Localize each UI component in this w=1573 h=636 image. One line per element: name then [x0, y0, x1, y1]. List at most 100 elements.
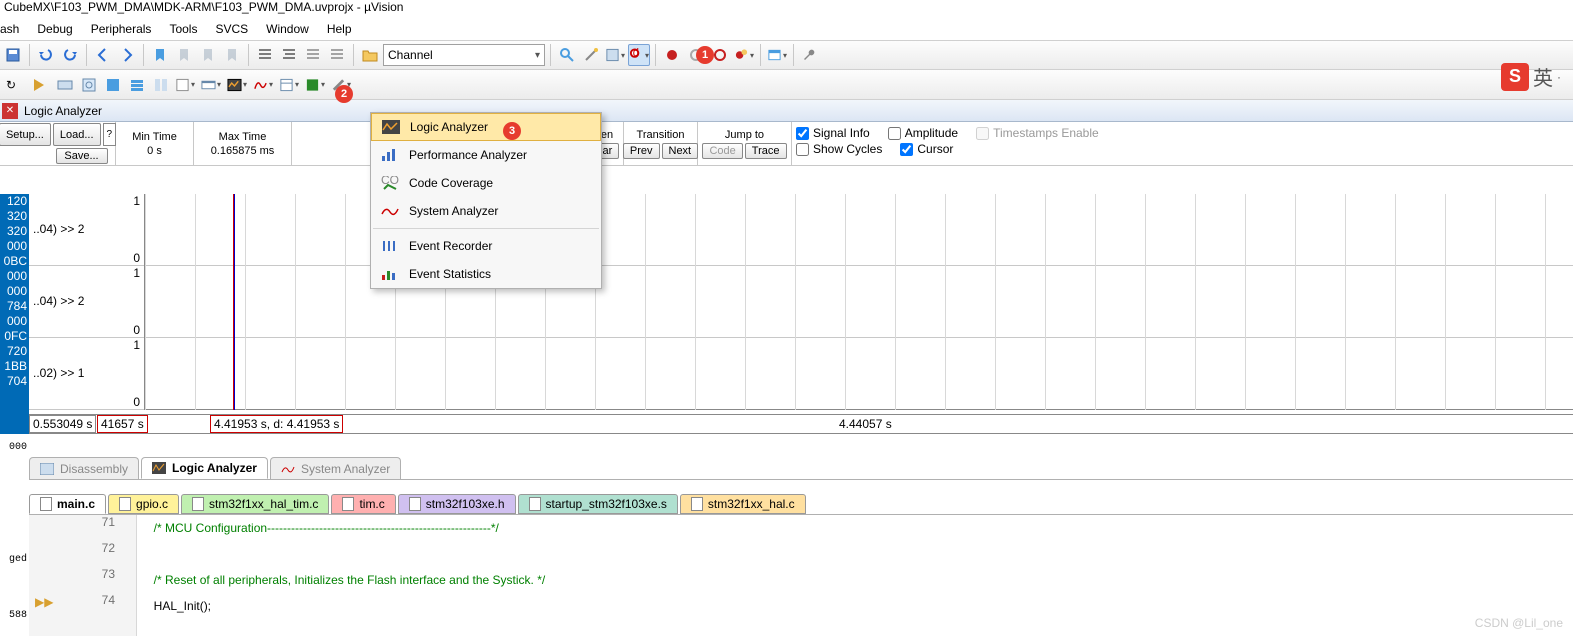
prev-icon[interactable] — [92, 44, 114, 66]
time-t1: 41657 s — [97, 415, 148, 433]
show-cycles-checkbox[interactable]: Show Cycles — [796, 142, 882, 156]
mem-icon[interactable] — [278, 74, 300, 96]
folder-icon[interactable] — [359, 44, 381, 66]
step-out-icon[interactable] — [102, 74, 124, 96]
tab-logic-analyzer[interactable]: Logic Analyzer — [141, 457, 268, 479]
transition-header: Transition — [637, 129, 685, 141]
save-button[interactable]: Save... — [56, 148, 108, 164]
reset-icon[interactable]: ↻ — [2, 74, 24, 96]
max-time-header: Max Time — [219, 131, 267, 143]
menu-logic-analyzer[interactable]: Logic Analyzer — [371, 113, 601, 141]
max-time-value: 0.165875 ms — [211, 145, 275, 157]
uncomment-icon[interactable] — [326, 44, 348, 66]
menu-tools[interactable]: Tools — [169, 22, 197, 36]
ime-indicator[interactable]: S 英 · — [1501, 62, 1561, 91]
time-mid: 4.44057 s — [839, 417, 892, 431]
menu-help[interactable]: Help — [327, 22, 352, 36]
close-icon[interactable]: ✕ — [2, 103, 18, 119]
analysis-dropdown-button[interactable]: d — [628, 44, 650, 66]
signal-cell[interactable]: 1..04) >> 20 — [29, 266, 144, 338]
menu-event-statistics[interactable]: Event Statistics — [371, 260, 601, 288]
badge-2: 2 — [335, 85, 353, 103]
jump-header: Jump to — [725, 129, 764, 141]
badge-3: 3 — [503, 122, 521, 140]
load-button[interactable]: Load... — [53, 123, 101, 146]
comment-icon[interactable] — [302, 44, 324, 66]
editor[interactable]: ▶▶ 71727374 /* MCU Configuration--------… — [29, 514, 1573, 636]
trace-icon[interactable] — [252, 74, 274, 96]
document-icon — [691, 497, 703, 511]
bookmark3-icon[interactable] — [197, 44, 219, 66]
menu-debug[interactable]: Debug — [37, 22, 72, 36]
watch-icon[interactable] — [200, 74, 222, 96]
amplitude-checkbox[interactable]: Amplitude — [888, 126, 958, 140]
wand-icon[interactable] — [580, 44, 602, 66]
tab-disassembly[interactable]: Disassembly — [29, 457, 139, 479]
menu-peripherals[interactable]: Peripherals — [91, 22, 152, 36]
prev-button[interactable]: Prev — [623, 143, 660, 159]
file-tab[interactable]: tim.c — [331, 494, 395, 514]
undo-icon[interactable] — [35, 44, 57, 66]
menu-window[interactable]: Window — [266, 22, 309, 36]
min-time-header: Min Time — [132, 131, 177, 143]
signal-info-checkbox[interactable]: Signal Info — [796, 126, 870, 140]
redo-icon[interactable] — [59, 44, 81, 66]
signal-cell[interactable]: 1..04) >> 20 — [29, 194, 144, 266]
menu-svcs[interactable]: SVCS — [215, 22, 248, 36]
svg-text:d: d — [633, 47, 639, 59]
run-icon[interactable] — [28, 74, 50, 96]
signal-cell[interactable]: 1..02) >> 10 — [29, 338, 144, 410]
indent-icon[interactable] — [254, 44, 276, 66]
debug-toolbar: ↻ — [0, 70, 1573, 100]
code-button[interactable]: Code — [702, 143, 742, 159]
wrench-icon[interactable] — [799, 44, 821, 66]
bookmark2-icon[interactable] — [173, 44, 195, 66]
menu-performance-analyzer[interactable]: Performance Analyzer — [371, 141, 601, 169]
tool-icon[interactable] — [604, 44, 626, 66]
save-icon[interactable] — [2, 44, 24, 66]
address-column: 1203203200000BC0000007840000FC7201BB704 — [0, 194, 29, 434]
step-icon[interactable] — [126, 74, 148, 96]
trace-button[interactable]: Trace — [745, 143, 787, 159]
help-button[interactable]: ? — [103, 123, 117, 146]
outdent-icon[interactable] — [278, 44, 300, 66]
waveform-area[interactable] — [145, 194, 1573, 410]
menu-code-coverage[interactable]: CODECode Coverage — [371, 169, 601, 197]
analysis-dropdown: Logic Analyzer Performance Analyzer CODE… — [370, 112, 602, 289]
runto-icon[interactable] — [150, 74, 172, 96]
file-tab[interactable]: stm32f1xx_hal.c — [680, 494, 806, 514]
panel-title: Logic Analyzer — [24, 104, 102, 118]
time-t2: 4.41953 s, d: 4.41953 s — [210, 415, 343, 433]
menu-system-analyzer[interactable]: System Analyzer — [371, 197, 601, 225]
menu-event-recorder[interactable]: Event Recorder — [371, 232, 601, 260]
file-tab[interactable]: startup_stm32f103xe.s — [518, 494, 678, 514]
next-icon[interactable] — [116, 44, 138, 66]
file-tab[interactable]: gpio.c — [108, 494, 179, 514]
window-icon[interactable] — [766, 44, 788, 66]
menu-flash[interactable]: ash — [0, 22, 19, 36]
find-icon[interactable] — [556, 44, 578, 66]
breakpoint2-icon[interactable] — [733, 44, 755, 66]
main-toolbar: Channel d — [0, 40, 1573, 70]
bookmark4-icon[interactable] — [221, 44, 243, 66]
record-icon[interactable] — [661, 44, 683, 66]
analysis-windows-button[interactable] — [226, 74, 248, 96]
time-row: 0.553049 s 41657 s 4.41953 s, d: 4.41953… — [29, 414, 1573, 434]
setup-button[interactable]: Setup... — [0, 123, 51, 146]
next-button[interactable]: Next — [662, 143, 699, 159]
step-in-icon[interactable] — [54, 74, 76, 96]
bookmark-icon[interactable] — [149, 44, 171, 66]
file-tab[interactable]: main.c — [29, 494, 106, 514]
cov-icon[interactable] — [304, 74, 326, 96]
file-tab[interactable]: stm32f103xe.h — [398, 494, 516, 514]
cursor-checkbox[interactable]: Cursor — [900, 142, 953, 156]
tab-system-analyzer[interactable]: System Analyzer — [270, 457, 401, 479]
step-over-icon[interactable] — [78, 74, 100, 96]
cursor-icon[interactable] — [174, 74, 196, 96]
titlebar: CubeMX\F103_PWM_DMA\MDK-ARM\F103_PWM_DMA… — [0, 0, 1573, 18]
file-tab[interactable]: stm32f1xx_hal_tim.c — [181, 494, 329, 514]
code-area[interactable]: /* MCU Configuration--------------------… — [147, 515, 1573, 636]
badge-1: 1 — [696, 46, 714, 64]
panel-bar: ✕ Logic Analyzer — [0, 100, 1573, 122]
channel-combo[interactable]: Channel — [383, 44, 545, 66]
